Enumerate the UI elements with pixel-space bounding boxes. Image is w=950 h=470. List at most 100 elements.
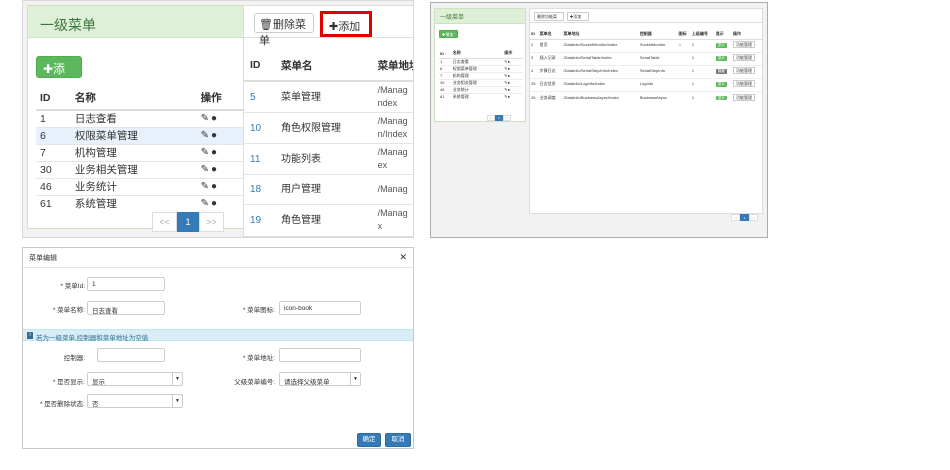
edit-icon[interactable]: ✎ <box>201 164 211 175</box>
edit-icon[interactable]: ✎ <box>201 181 211 192</box>
table-row[interactable]: 61 系统管理 ✎● <box>439 92 523 100</box>
table-row[interactable]: 7 机构管理 ✎● <box>36 143 248 161</box>
cell-op[interactable]: 功能管理 <box>733 93 756 101</box>
table-row[interactable]: 7 机构管理 ✎● <box>439 71 523 79</box>
pager-current[interactable]: 1 <box>495 115 503 121</box>
cell-op[interactable]: 功能管理 <box>733 54 756 62</box>
table-row[interactable]: 46 业务统计 ✎● <box>439 85 523 93</box>
row-name: 日志查看 <box>451 57 504 65</box>
pager-current[interactable]: 1 <box>740 214 749 221</box>
table-row[interactable]: 6 权限菜单管理 ✎● <box>36 126 248 144</box>
thumb-delete-button[interactable]: 删除功能菜 <box>534 12 564 21</box>
table-row[interactable]: 10 角色权限管理/Manag n/Index <box>244 112 413 144</box>
show-label: * 是否显示: <box>52 379 85 386</box>
table-row[interactable]: 30 业务相关管理 ✎● <box>36 160 248 178</box>
thumb-pager: << 1 >> <box>487 115 511 121</box>
table-row[interactable]: 1 日志查看 ✎● <box>439 57 523 65</box>
delete-icon[interactable]: ● <box>211 130 219 141</box>
pager-next[interactable]: >> <box>199 212 224 232</box>
table-row[interactable]: 18 用户管理/Manag <box>244 174 413 205</box>
cancel-button[interactable]: 取消 <box>385 433 411 447</box>
row-ops: ✎● <box>196 177 248 195</box>
pager-prev[interactable]: << <box>487 115 495 121</box>
delete-icon[interactable]: ● <box>211 198 219 209</box>
table-row[interactable]: 5 菜单管理/Manag ndex <box>244 80 413 113</box>
row-name: 业务调度 <box>538 90 563 104</box>
row-addr: /Manag <box>371 174 413 205</box>
menu-id-field[interactable]: 1 <box>87 277 165 291</box>
row-show: 显示 <box>714 90 733 104</box>
row-name: 功能列表 <box>275 143 372 175</box>
row-id: 10 <box>244 112 275 144</box>
pager-prev[interactable]: << <box>152 212 177 232</box>
cell-addr: /DataInfo/SerialTable/Index <box>563 55 612 61</box>
cell-name: 首页 <box>539 42 548 48</box>
add-menu-button-highlighted[interactable]: ✚添加 <box>320 11 372 37</box>
pager-prev[interactable]: << <box>731 214 740 221</box>
ok-button[interactable]: 确定 <box>357 433 381 447</box>
delete-icon[interactable]: ● <box>211 113 219 124</box>
menu-icon-field[interactable]: icon-book <box>279 301 361 315</box>
delete-icon[interactable]: ● <box>211 164 219 175</box>
delete-menu-button[interactable]: 🗑删除菜单 <box>254 13 314 47</box>
row-id: 6 <box>36 126 71 144</box>
edit-icon[interactable]: ✎ <box>201 147 211 158</box>
row-icon <box>677 90 691 104</box>
pager-current[interactable]: 1 <box>177 212 199 232</box>
pager-next[interactable]: >> <box>503 115 511 121</box>
table-row[interactable]: 19 角色管理/Manag x <box>244 204 413 235</box>
cell-op[interactable]: 功能管理 <box>733 67 756 75</box>
col-header: 显示 <box>714 29 733 40</box>
table-row[interactable]: 6 权限菜单管理 ✎● <box>439 64 523 72</box>
delete-icon[interactable]: ● <box>508 73 510 78</box>
row-id: 7 <box>36 143 71 161</box>
table-row[interactable]: 4 步骤日志/DataInfo/SerialStep/Info/Index Seri… <box>530 64 762 78</box>
controller-label: 控制器: <box>63 355 85 362</box>
parent-select[interactable]: 请选择父级菜单 ▼ <box>279 372 361 386</box>
table-row[interactable]: 61 系统管理 ✎● <box>36 194 248 212</box>
table-row[interactable]: 26 业务调度/DataInfo/BusinessAsync/Index Busin… <box>530 90 762 104</box>
row-addr: /DataInfo/SerialTable/Index <box>562 51 639 65</box>
table-row[interactable]: 11 功能列表/Manag ex <box>244 143 413 175</box>
cell-ctrl: SocketMonitor <box>639 42 666 48</box>
row-op: 功能管理 <box>732 64 762 78</box>
add-top-menu-button[interactable]: ✚添加 <box>36 56 82 93</box>
pager-next[interactable]: >> <box>749 214 758 221</box>
table-row[interactable]: 46 业务统计 ✎● <box>36 177 248 195</box>
row-id: 46 <box>36 177 71 195</box>
deleted-select[interactable]: 否 ▼ <box>87 394 183 408</box>
menu-name-field[interactable]: 日志查看 <box>87 301 165 315</box>
delete-icon[interactable]: ● <box>508 80 510 85</box>
delete-icon[interactable]: ● <box>211 181 219 192</box>
cell-name: 业务调度 <box>539 94 556 100</box>
cell-op[interactable]: 功能管理 <box>733 80 756 88</box>
cell-addr: /DataInfo/LogInfo/Index <box>563 81 606 87</box>
cell-addr: /DataInfo/SocketMonitor/Index <box>563 42 618 48</box>
table-row[interactable]: 25 日志信息/DataInfo/LogInfo/Index LogInfo 1 显示 功… <box>530 77 762 91</box>
chevron-down-icon: ▼ <box>172 395 182 407</box>
delete-icon[interactable]: ● <box>508 87 510 92</box>
delete-icon[interactable]: ● <box>508 66 510 71</box>
delete-icon[interactable]: ● <box>211 147 219 158</box>
show-select[interactable]: 显示 ▼ <box>87 372 183 386</box>
thumb-add-button[interactable]: ✚增加 <box>439 30 458 38</box>
table-row[interactable]: 2 首页/DataInfo/SocketMonitor/Index SocketMo… <box>530 38 762 52</box>
row-id: 5 <box>244 80 275 113</box>
col-header: 菜单名 <box>538 29 563 40</box>
row-name: 权限菜单管理 <box>451 64 504 72</box>
menu-addr-field[interactable] <box>279 348 361 362</box>
delete-icon[interactable]: ● <box>508 94 510 99</box>
table-row[interactable]: 3 插入记录/DataInfo/SerialTable/Index SerialTa… <box>530 51 762 65</box>
table-row[interactable]: 30 业务相关管理 ✎● <box>439 78 523 86</box>
delete-icon[interactable]: ● <box>508 59 510 64</box>
close-icon[interactable]: ✕ <box>399 252 407 263</box>
edit-icon[interactable]: ✎ <box>201 113 211 124</box>
edit-icon[interactable]: ✎ <box>201 198 211 209</box>
row-id: 6 <box>439 64 452 72</box>
controller-field[interactable] <box>97 348 165 362</box>
thumb-add-menu-button[interactable]: ✚添加 <box>567 12 589 21</box>
table-row[interactable]: 1 日志查看 ✎● <box>36 109 248 127</box>
row-ctrl: SerialTable <box>638 51 678 65</box>
edit-icon[interactable]: ✎ <box>201 130 211 141</box>
cell-op[interactable]: 功能管理 <box>733 41 756 49</box>
